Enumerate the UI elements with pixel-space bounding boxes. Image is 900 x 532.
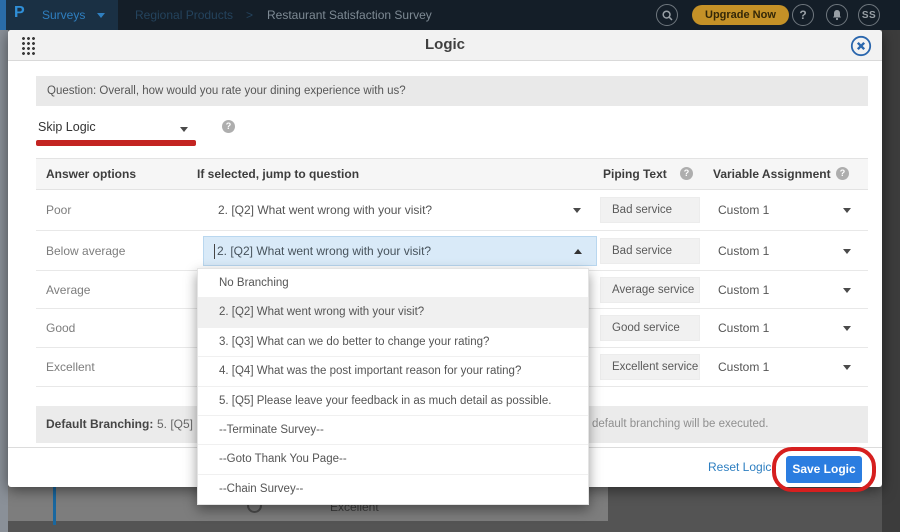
avatar-initials: SS: [862, 10, 876, 21]
column-header-variable: Variable Assignment: [713, 167, 831, 181]
sidebar-edge-accent: [0, 0, 6, 30]
bell-icon: [831, 9, 843, 21]
answer-option-label: Below average: [46, 244, 125, 258]
dimmed-page-left: [0, 30, 8, 532]
search-button[interactable]: [656, 4, 678, 26]
chevron-up-icon: [574, 249, 582, 254]
answer-option-label: Poor: [46, 203, 71, 217]
breadcrumb-separator: >: [246, 8, 253, 22]
column-header-piping: Piping Text: [603, 167, 667, 181]
chevron-down-icon: [843, 365, 851, 370]
answer-option-label: Average: [46, 283, 90, 297]
piping-text-input[interactable]: Bad service: [600, 238, 700, 264]
jump-question-select[interactable]: 2. [Q2] What went wrong with your visit?: [218, 203, 432, 217]
logic-type-help-icon[interactable]: [222, 120, 235, 133]
variable-help-icon[interactable]: [836, 167, 849, 180]
modal-title: Logic: [8, 30, 882, 60]
annotation-red-underline: [36, 140, 196, 146]
dropdown-option[interactable]: 5. [Q5] Please leave your feedback in as…: [198, 387, 588, 416]
annotation-red-box: [772, 447, 876, 492]
reset-logic-link[interactable]: Reset Logic: [708, 460, 771, 474]
piping-text-input[interactable]: Average service: [600, 277, 700, 303]
dropdown-option[interactable]: --Goto Thank You Page--: [198, 445, 588, 474]
default-branching-label: Default Branching:: [46, 417, 153, 431]
combobox-value: 2. [Q2] What went wrong with your visit?: [217, 244, 431, 258]
screen: P Surveys Regional Products > Restaurant…: [0, 0, 900, 532]
close-button[interactable]: [850, 35, 872, 57]
logic-type-select[interactable]: Skip Logic: [38, 120, 96, 134]
dropdown-option[interactable]: 4. [Q4] What was the post important reas…: [198, 357, 588, 386]
piping-text-input[interactable]: Good service: [600, 315, 700, 341]
chevron-down-icon: [97, 13, 105, 18]
text-cursor: [214, 244, 215, 259]
breadcrumb-current: Restaurant Satisfaction Survey: [267, 8, 432, 22]
piping-text-input[interactable]: Excellent service: [600, 354, 700, 380]
column-header-jump: If selected, jump to question: [197, 167, 359, 181]
close-icon: [850, 35, 872, 57]
notifications-button[interactable]: [826, 4, 848, 26]
chevron-down-icon: [843, 288, 851, 293]
variable-assignment-select[interactable]: Custom 1: [718, 203, 769, 217]
question-accent-bar: [53, 487, 56, 525]
dimmed-page-right: [882, 30, 900, 532]
dropdown-option[interactable]: --Terminate Survey--: [198, 416, 588, 445]
table-row: Below average 2. [Q2] What went wrong wi…: [36, 231, 868, 271]
piping-text-input[interactable]: Bad service: [600, 197, 700, 223]
logic-modal: Logic Question: Overall, how would you r…: [8, 30, 882, 487]
modal-header: Logic: [8, 30, 882, 61]
default-branching-note: default branching will be executed.: [592, 418, 768, 430]
dropdown-option[interactable]: --Chain Survey--: [198, 475, 588, 504]
dropdown-option[interactable]: 3. [Q3] What can we do better to change …: [198, 328, 588, 357]
chevron-down-icon: [843, 326, 851, 331]
answer-option-label: Excellent: [46, 360, 95, 374]
question-context-bar: Question: Overall, how would you rate yo…: [36, 76, 868, 106]
variable-assignment-select[interactable]: Custom 1: [718, 360, 769, 374]
chevron-down-icon: [843, 249, 851, 254]
table-row: Poor 2. [Q2] What went wrong with your v…: [36, 190, 868, 231]
dropdown-option-selected[interactable]: 2. [Q2] What went wrong with your visit?: [198, 298, 588, 327]
breadcrumb-parent[interactable]: Regional Products: [135, 8, 233, 22]
jump-question-dropdown-panel: No Branching 2. [Q2] What went wrong wit…: [197, 268, 589, 505]
avatar[interactable]: SS: [858, 4, 880, 26]
piping-help-icon[interactable]: [680, 167, 693, 180]
variable-assignment-select[interactable]: Custom 1: [718, 321, 769, 335]
variable-assignment-select[interactable]: Custom 1: [718, 244, 769, 258]
search-icon: [662, 10, 673, 21]
top-navigation-bar: P Surveys Regional Products > Restaurant…: [0, 0, 900, 30]
chevron-down-icon: [180, 127, 188, 132]
chevron-down-icon: [843, 208, 851, 213]
dropdown-option[interactable]: No Branching: [198, 269, 588, 298]
chevron-down-icon: [573, 208, 581, 213]
variable-assignment-select[interactable]: Custom 1: [718, 283, 769, 297]
surveys-menu[interactable]: Surveys: [42, 8, 85, 22]
help-button[interactable]: [792, 4, 814, 26]
default-branching-value[interactable]: 5. [Q5]: [157, 417, 193, 431]
table-header-row: Answer options If selected, jump to ques…: [36, 158, 868, 190]
answer-option-label: Good: [46, 321, 75, 335]
column-header-answer: Answer options: [46, 167, 136, 181]
upgrade-now-button[interactable]: Upgrade Now: [692, 5, 789, 25]
app-logo[interactable]: P: [14, 4, 25, 22]
jump-question-combobox-open[interactable]: 2. [Q2] What went wrong with your visit?: [203, 236, 597, 266]
